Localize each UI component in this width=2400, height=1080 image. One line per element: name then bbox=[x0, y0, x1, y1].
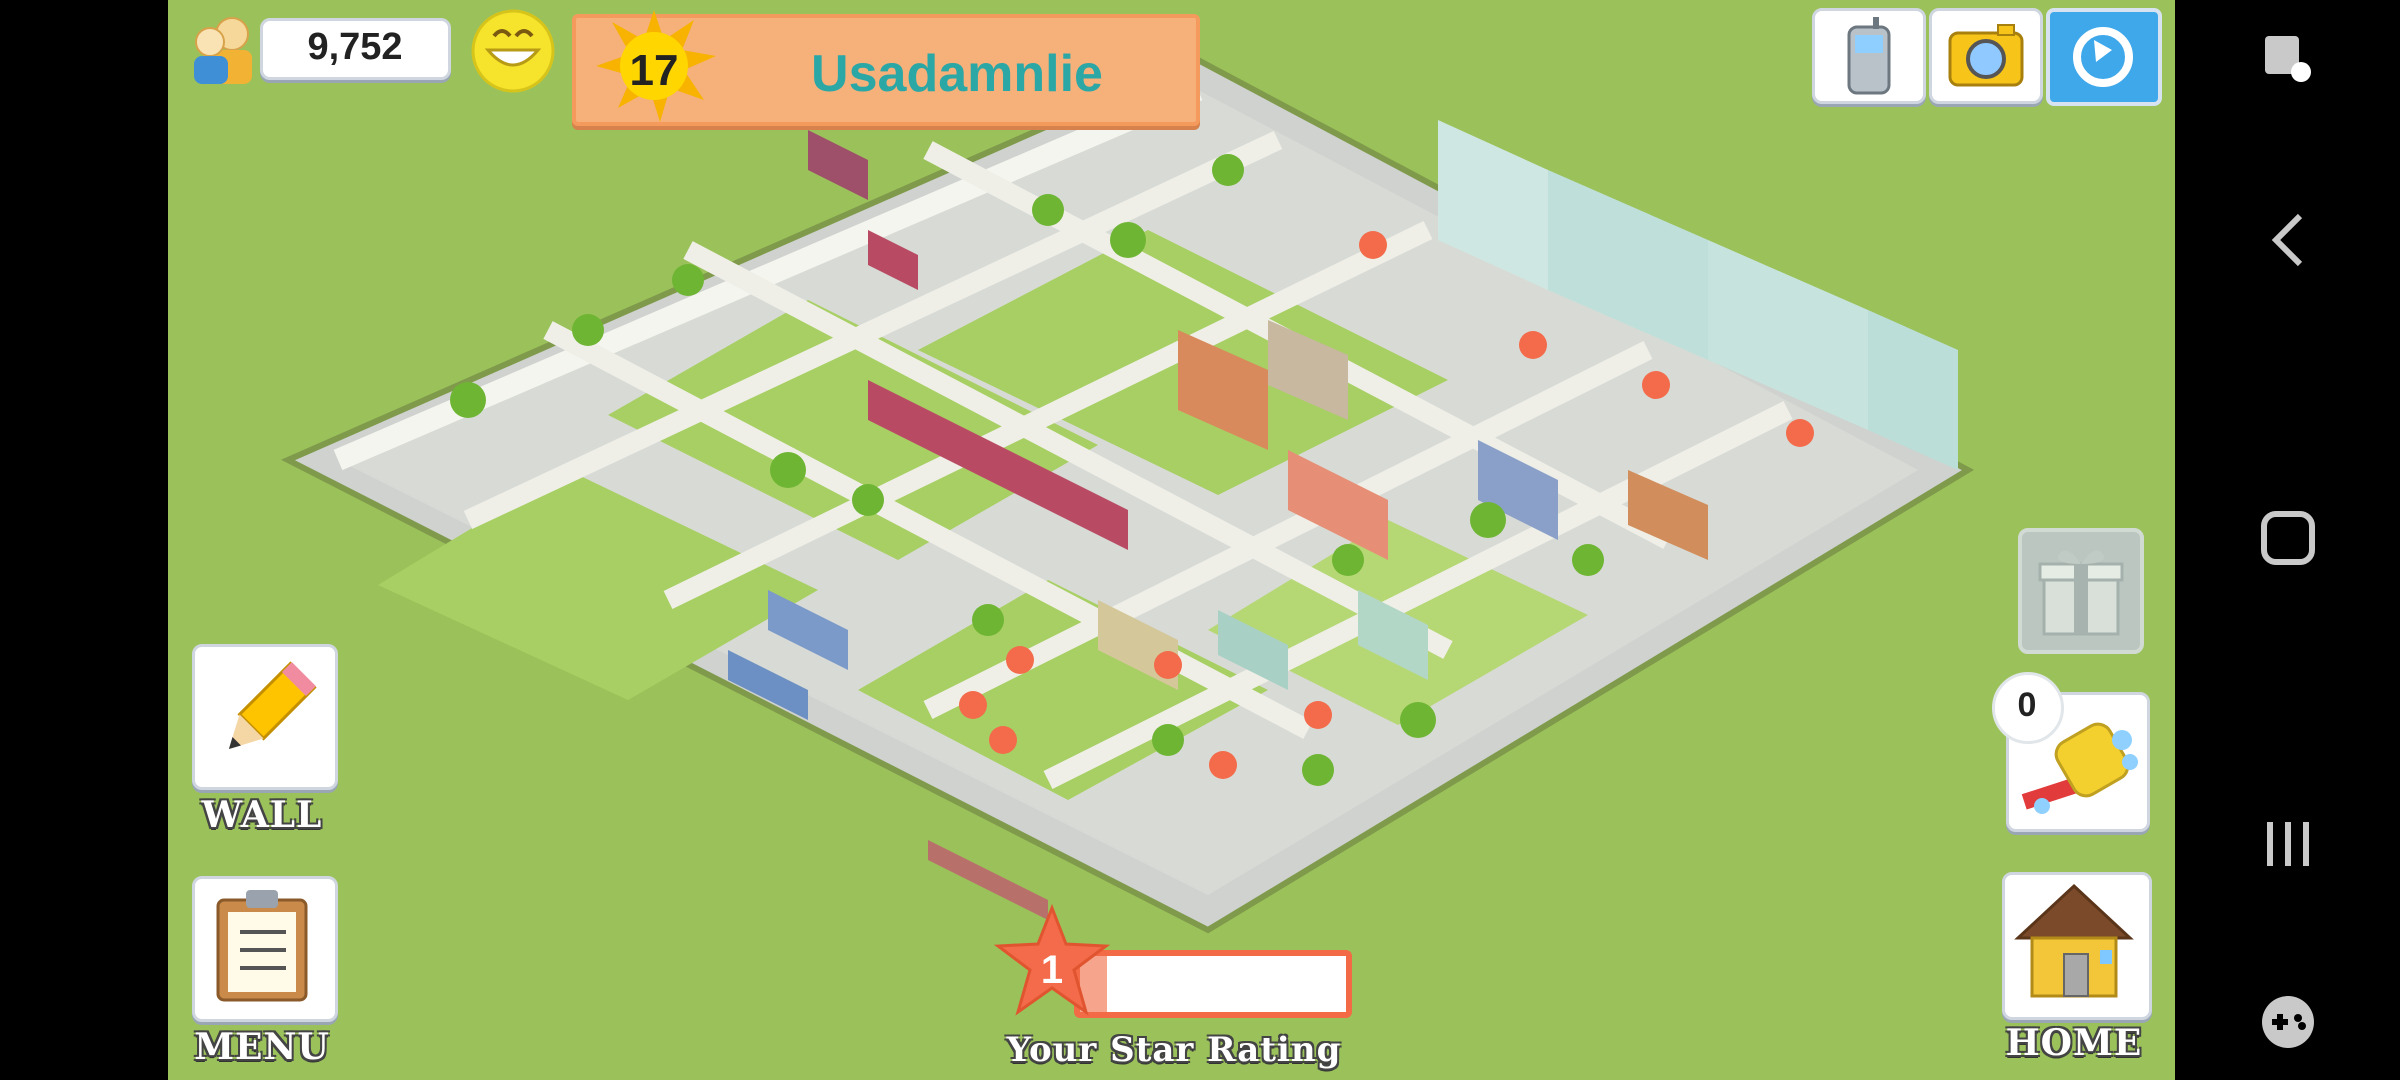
back-button[interactable] bbox=[2268, 210, 2308, 274]
gamepad-icon bbox=[2262, 996, 2314, 1048]
screenshot-icon bbox=[2265, 36, 2311, 82]
clipboard-icon bbox=[210, 888, 314, 1008]
star-rating[interactable]: 1 Your Star Rating bbox=[993, 903, 1354, 1080]
recent-apps-button[interactable] bbox=[2262, 818, 2314, 874]
city-banner[interactable]: 17 Usadamnlie bbox=[572, 10, 1200, 126]
wall-button[interactable]: WALL bbox=[192, 644, 338, 844]
chevron-left-icon bbox=[2271, 213, 2303, 267]
game-tools-button[interactable] bbox=[2260, 994, 2316, 1054]
star-rating-bar bbox=[1074, 950, 1352, 1018]
android-nav-bar bbox=[2176, 0, 2400, 1080]
smiley-face-icon[interactable] bbox=[470, 8, 556, 94]
bulldozer-count: 0 bbox=[2017, 686, 2037, 724]
city-name: Usadamnlie bbox=[811, 45, 1103, 103]
camera-icon bbox=[1946, 21, 2026, 95]
people-icon bbox=[184, 12, 260, 88]
home-nav-button[interactable] bbox=[2260, 510, 2316, 570]
home-button[interactable]: HOME bbox=[2002, 872, 2152, 1072]
star-rating-label: Your Star Rating bbox=[1006, 1030, 1342, 1070]
menu-label: MENU bbox=[194, 1026, 330, 1068]
home-label: HOME bbox=[2005, 1022, 2143, 1064]
camera-button[interactable] bbox=[1929, 8, 2043, 104]
star-rating-value: 1 bbox=[1040, 948, 1064, 992]
square-icon bbox=[2261, 511, 2315, 565]
house-icon bbox=[2014, 882, 2134, 1006]
share-icon bbox=[2066, 20, 2140, 98]
share-button[interactable] bbox=[2046, 8, 2162, 106]
wall-label: WALL bbox=[201, 794, 323, 836]
gift-icon bbox=[2036, 542, 2126, 642]
population-counter[interactable]: 9,752 bbox=[180, 8, 460, 88]
screenshot-assist-button[interactable] bbox=[2261, 32, 2315, 90]
cell-phone-icon bbox=[1843, 17, 1895, 99]
menu-button[interactable]: MENU bbox=[192, 876, 338, 1076]
phone-button[interactable] bbox=[1812, 8, 1926, 104]
gift-button[interactable] bbox=[2018, 528, 2144, 654]
recents-icon bbox=[2267, 822, 2309, 866]
pencil-icon bbox=[210, 658, 320, 772]
population-value: 9,752 bbox=[307, 26, 403, 68]
level-value: 17 bbox=[629, 46, 679, 95]
bulldozer-button[interactable]: 0 bbox=[1992, 672, 2152, 832]
